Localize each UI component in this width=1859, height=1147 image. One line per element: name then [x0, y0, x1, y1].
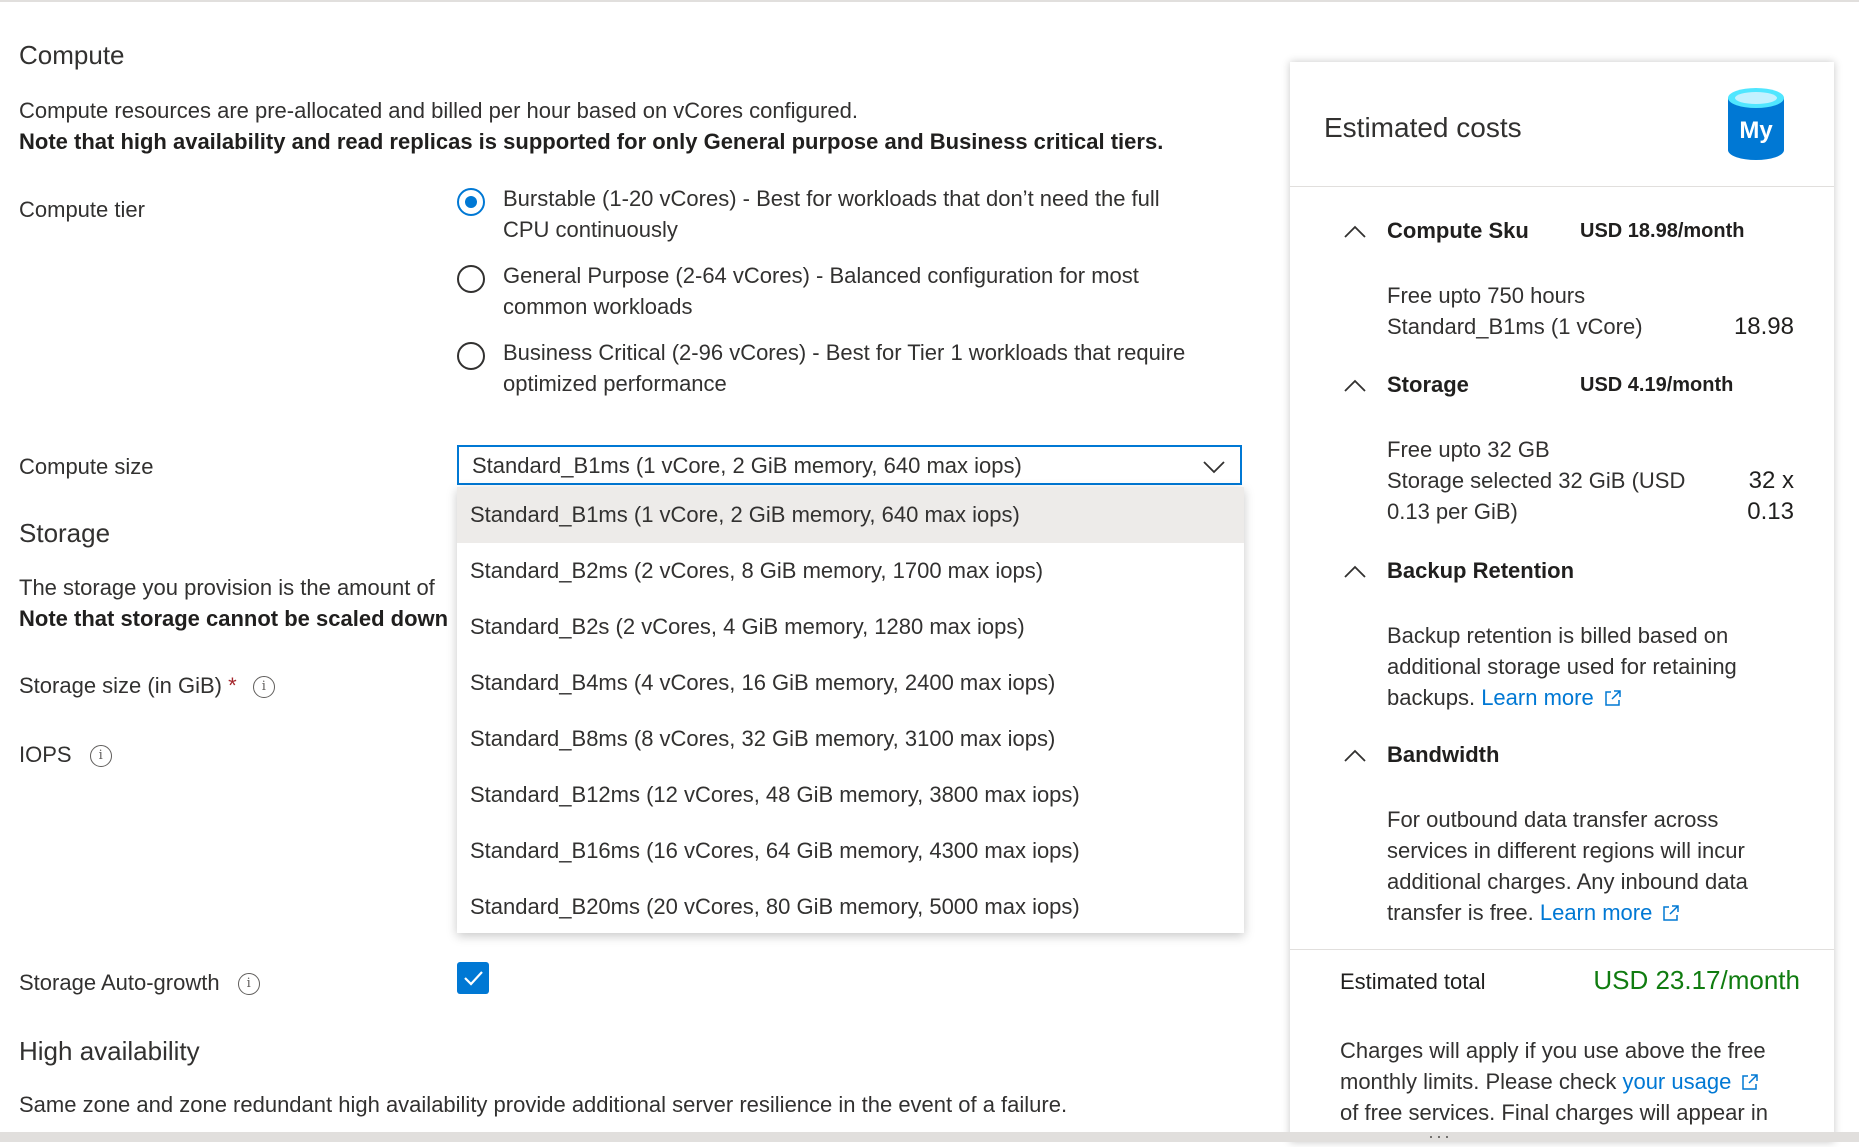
radio-unselected[interactable]	[457, 265, 485, 293]
storage-autogrowth-label-text: Storage Auto-growth	[19, 970, 220, 995]
bandwidth-text-line3: additional charges. Any inbound data	[1387, 869, 1748, 894]
storage-size-label-text: Storage size (in GiB)	[19, 673, 222, 698]
compute-sku-line: Standard_B1ms (1 vCore)	[1387, 314, 1643, 339]
external-link-icon[interactable]	[1741, 1073, 1759, 1091]
compute-sku-value: 18.98	[1733, 313, 1794, 340]
storage-value-line2: 0.13	[1747, 498, 1794, 525]
footer-text-line1: Charges will apply if you use above the …	[1340, 1038, 1766, 1063]
chevron-up-icon[interactable]	[1344, 224, 1366, 238]
bandwidth-learn-more-link[interactable]: Learn more	[1540, 900, 1653, 925]
panel-divider	[1290, 949, 1834, 950]
footer-text-line2: monthly limits. Please check your usage	[1340, 1066, 1759, 1097]
storage-heading: Storage	[19, 518, 111, 548]
info-icon[interactable]: i	[237, 973, 260, 996]
storage-autogrowth-checkbox[interactable]	[457, 962, 489, 994]
dropdown-option-b2s[interactable]: Standard_B2s (2 vCores, 4 GiB memory, 12…	[457, 599, 1244, 655]
top-divider	[0, 0, 1859, 2]
estimated-total-value: USD 23.17/month	[1593, 965, 1800, 995]
chevron-up-icon[interactable]	[1344, 378, 1366, 392]
radio-selected[interactable]	[457, 188, 485, 216]
compute-tier-label: Compute tier	[19, 197, 145, 222]
storage-selected-line1: Storage selected 32 GiB (USD	[1387, 468, 1686, 493]
footer-text-line3: of free services. Final charges will app…	[1340, 1100, 1768, 1125]
high-availability-description: Same zone and zone redundant high availa…	[19, 1092, 1068, 1117]
backup-text-line3: backups. Learn more	[1387, 682, 1622, 713]
panel-divider	[1290, 186, 1834, 187]
backup-learn-more-link[interactable]: Learn more	[1481, 685, 1594, 710]
storage-autogrowth-label: Storage Auto-growth i	[19, 970, 260, 996]
compute-size-dropdown: Standard_B1ms (1 vCore, 2 GiB memory, 64…	[457, 487, 1244, 933]
radio-unselected[interactable]	[457, 342, 485, 370]
compute-note: Note that high availability and read rep…	[19, 129, 1164, 154]
info-icon[interactable]: i	[89, 745, 112, 768]
dropdown-option-b20ms[interactable]: Standard_B20ms (20 vCores, 80 GiB memory…	[457, 879, 1244, 935]
info-icon[interactable]: i	[252, 676, 275, 699]
mysql-logo-text: My	[1739, 117, 1773, 144]
your-usage-link[interactable]: your usage	[1622, 1069, 1731, 1094]
backup-text-line2: additional storage used for retaining	[1387, 654, 1737, 679]
more-dots-icon[interactable]: ···	[1428, 1126, 1452, 1147]
dropdown-option-b2ms[interactable]: Standard_B2ms (2 vCores, 8 GiB memory, 1…	[457, 543, 1244, 599]
chevron-up-icon[interactable]	[1344, 564, 1366, 578]
high-availability-heading: High availability	[19, 1036, 200, 1066]
footer-text-line2-text: monthly limits. Please check	[1340, 1069, 1617, 1094]
required-mark: *	[228, 673, 237, 698]
chevron-up-icon[interactable]	[1344, 748, 1366, 762]
storage-value-line1: 32 x	[1748, 467, 1794, 494]
backup-retention-heading[interactable]: Backup Retention	[1387, 558, 1574, 584]
compute-sku-heading[interactable]: Compute Sku	[1387, 218, 1529, 244]
iops-label: IOPS i	[19, 742, 112, 768]
storage-cost-price: USD 4.19/month	[1580, 374, 1734, 396]
estimated-total-label: Estimated total	[1340, 969, 1486, 994]
bandwidth-text-line4-text: transfer is free.	[1387, 900, 1534, 925]
bandwidth-text-line2: services in different regions will incur	[1387, 838, 1745, 863]
external-link-icon[interactable]	[1662, 904, 1680, 922]
dropdown-option-b12ms[interactable]: Standard_B12ms (12 vCores, 48 GiB memory…	[457, 767, 1244, 823]
bottom-scrollbar[interactable]	[0, 1132, 1859, 1142]
estimated-costs-title: Estimated costs	[1324, 112, 1522, 143]
tier-option-label: General Purpose (2-64 vCores) - Balanced…	[503, 263, 1139, 319]
compute-size-value: Standard_B1ms (1 vCore, 2 GiB memory, 64…	[472, 453, 1022, 478]
compute-size-label: Compute size	[19, 454, 154, 479]
bandwidth-heading[interactable]: Bandwidth	[1387, 742, 1499, 768]
dropdown-option-b1ms[interactable]: Standard_B1ms (1 vCore, 2 GiB memory, 64…	[457, 487, 1244, 543]
storage-cost-heading[interactable]: Storage	[1387, 372, 1469, 398]
external-link-icon[interactable]	[1604, 689, 1622, 707]
dropdown-option-b4ms[interactable]: Standard_B4ms (4 vCores, 16 GiB memory, …	[457, 655, 1244, 711]
backup-text-line3-text: backups.	[1387, 685, 1476, 710]
tier-option-label: Burstable (1-20 vCores) - Best for workl…	[503, 186, 1160, 242]
compute-free-hours: Free upto 750 hours	[1387, 283, 1586, 308]
storage-description: The storage you provision is the amount …	[19, 575, 435, 600]
tier-option-label: Business Critical (2-96 vCores) - Best f…	[503, 340, 1186, 396]
chevron-down-icon	[1203, 461, 1225, 474]
compute-size-select[interactable]: Standard_B1ms (1 vCore, 2 GiB memory, 64…	[457, 445, 1242, 485]
bandwidth-text-line4: transfer is free. Learn more	[1387, 897, 1680, 928]
mysql-logo: My	[1728, 88, 1784, 160]
iops-label-text: IOPS	[19, 742, 72, 767]
storage-size-label: Storage size (in GiB) * i	[19, 673, 275, 699]
bandwidth-text-line1: For outbound data transfer across	[1387, 807, 1719, 832]
storage-free-gb: Free upto 32 GB	[1387, 437, 1550, 462]
storage-selected-line2: 0.13 per GiB)	[1387, 499, 1518, 524]
compute-sku-price: USD 18.98/month	[1580, 220, 1745, 242]
compute-heading: Compute	[19, 40, 125, 70]
checkmark-icon	[464, 971, 483, 986]
dropdown-option-b8ms[interactable]: Standard_B8ms (8 vCores, 32 GiB memory, …	[457, 711, 1244, 767]
compute-description: Compute resources are pre-allocated and …	[19, 98, 858, 123]
estimated-costs-panel: Estimated costs My Compute Sku USD 18.98…	[1290, 62, 1834, 1142]
dropdown-option-b16ms[interactable]: Standard_B16ms (16 vCores, 64 GiB memory…	[457, 823, 1244, 879]
storage-note: Note that storage cannot be scaled down	[19, 606, 449, 631]
backup-text-line1: Backup retention is billed based on	[1387, 623, 1729, 648]
